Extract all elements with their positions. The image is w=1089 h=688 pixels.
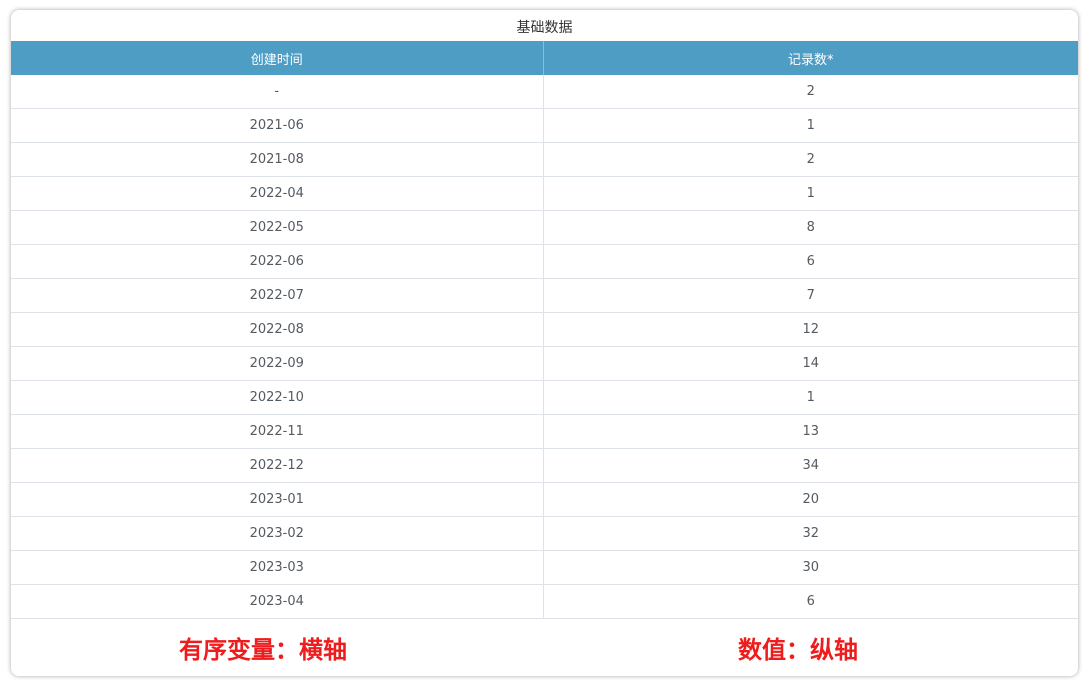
table-row: 2022-11 13 (11, 414, 1078, 449)
cell-created-time: 2021-06 (11, 108, 544, 143)
cell-created-time: - (11, 75, 544, 109)
table-row: 2023-04 6 (11, 584, 1078, 619)
column-header-created-time[interactable]: 创建时间 (11, 41, 544, 75)
cell-record-count: 1 (543, 176, 1078, 211)
cell-record-count: 12 (543, 312, 1078, 347)
cell-created-time: 2022-06 (11, 244, 544, 279)
cell-record-count: 1 (543, 108, 1078, 143)
table-row: 2022-06 6 (11, 244, 1078, 279)
table-row: 2022-08 12 (11, 312, 1078, 347)
annotation-y-axis: 数值：纵轴 (738, 636, 858, 664)
table-row: 2022-09 14 (11, 346, 1078, 381)
table-row: 2023-03 30 (11, 550, 1078, 585)
cell-created-time: 2023-02 (11, 516, 544, 551)
table-row: 2022-10 1 (11, 380, 1078, 415)
column-header-record-count[interactable]: 记录数* (543, 41, 1078, 75)
cell-created-time: 2023-03 (11, 550, 544, 585)
table-row: 2022-04 1 (11, 176, 1078, 211)
cell-created-time: 2021-08 (11, 142, 544, 177)
cell-record-count: 2 (543, 142, 1078, 177)
cell-record-count: 7 (543, 278, 1078, 313)
data-table: 创建时间 记录数* -2 2021-06 1 2021-08 2 2022-04 1 2022… (11, 41, 1078, 619)
cell-record-count: 13 (543, 414, 1078, 449)
cell-record-count: 32 (543, 516, 1078, 551)
panel-title: 基础数据 (516, 20, 573, 36)
table-row: 2023-02 32 (11, 516, 1078, 551)
cell-created-time: 2022-05 (11, 210, 544, 245)
cell-record-count: 8 (543, 210, 1078, 245)
table-header-row: 创建时间 记录数* (11, 41, 1078, 75)
cell-created-time: 2022-11 (11, 414, 544, 449)
table-row: 2023-01 20 (11, 482, 1078, 517)
table-row: -2 (11, 75, 1078, 109)
cell-created-time: 2023-04 (11, 584, 544, 619)
cell-created-time: 2022-12 (11, 448, 544, 483)
cell-record-count: 14 (543, 346, 1078, 381)
cell-created-time: 2022-10 (11, 380, 544, 415)
cell-record-count: 6 (543, 244, 1078, 279)
cell-created-time: 2022-07 (11, 278, 544, 313)
annotation-footer: 有序变量：横轴 数值：纵轴 (11, 632, 1078, 668)
table-row: 2022-12 34 (11, 448, 1078, 483)
cell-record-count: 2 (543, 75, 1078, 109)
table-row: 2022-05 8 (11, 210, 1078, 245)
cell-created-time: 2022-09 (11, 346, 544, 381)
annotation-x-axis: 有序变量：横轴 (179, 636, 347, 664)
cell-created-time: 2022-08 (11, 312, 544, 347)
cell-record-count: 20 (543, 482, 1078, 517)
cell-record-count: 30 (543, 550, 1078, 585)
cell-record-count: 34 (543, 448, 1078, 483)
data-panel: 基础数据 创建时间 记录数* -2 2021-06 1 2021-08 2 2022-04… (11, 10, 1078, 676)
cell-record-count: 6 (543, 584, 1078, 619)
cell-created-time: 2022-04 (11, 176, 544, 211)
cell-record-count: 1 (543, 380, 1078, 415)
cell-created-time: 2023-01 (11, 482, 544, 517)
table-row: 2021-06 1 (11, 108, 1078, 143)
table-row: 2022-07 7 (11, 278, 1078, 313)
table-row: 2021-08 2 (11, 142, 1078, 177)
table-body: -2 2021-06 1 2021-08 2 2022-04 1 2022-05 8 2022-0… (11, 75, 1078, 619)
